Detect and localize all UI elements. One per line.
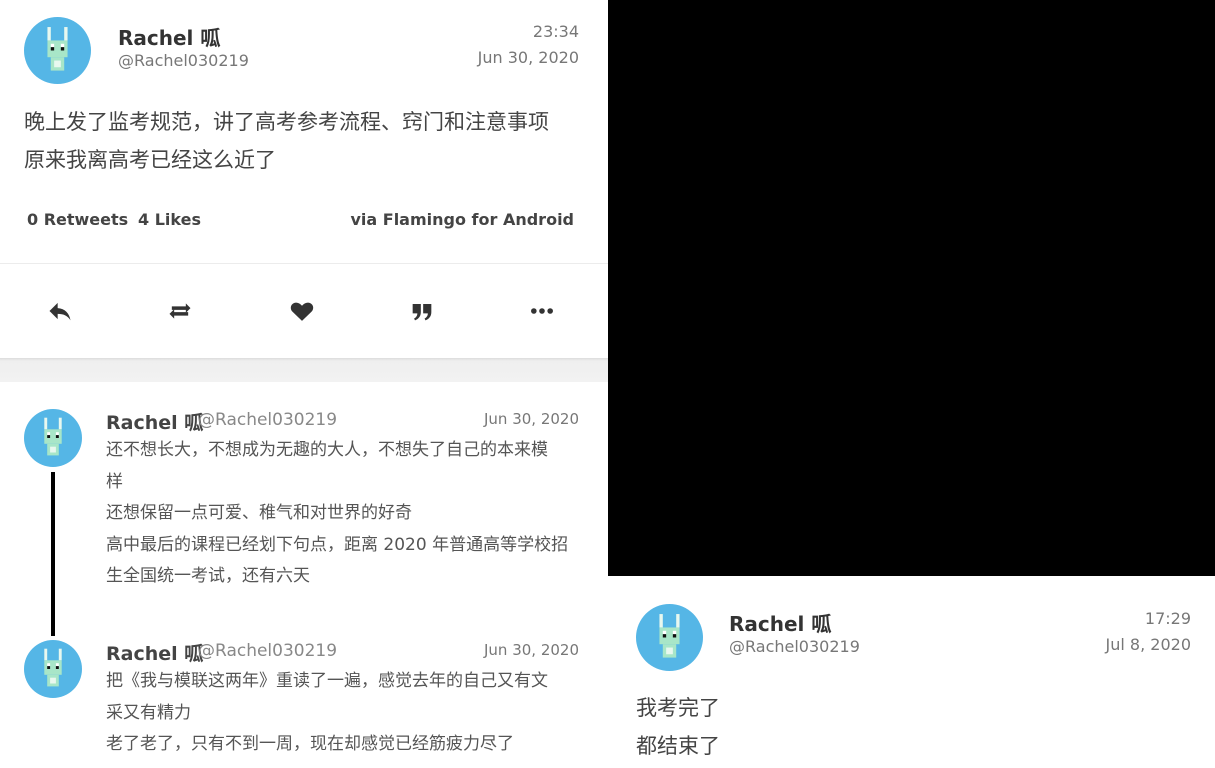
- tweet-line: 都结束了: [636, 734, 720, 758]
- avatar[interactable]: [24, 17, 91, 84]
- reply-line: 把《我与模联这两年》重读了一遍，感觉去年的自己又有文: [106, 671, 548, 691]
- tweet-body: 我考完了 都结束了: [636, 689, 1196, 765]
- thread-connector-line: [51, 472, 55, 636]
- quote-button[interactable]: [400, 289, 444, 333]
- tweet-line: 我考完了: [636, 696, 720, 720]
- blank-black-area: [608, 0, 1215, 576]
- reply-author-name[interactable]: Rachel 呱: [106, 408, 203, 435]
- via-client: via Flamingo for Android: [350, 210, 574, 229]
- reply-body: 把《我与模联这两年》重读了一遍，感觉去年的自己又有文 采又有精力 老了老了，只有…: [106, 666, 586, 761]
- tweet-date: Jul 8, 2020: [1105, 635, 1191, 654]
- like-count[interactable]: 4 Likes: [138, 210, 201, 229]
- reply-line: 还想保留一点可爱、稚气和对世界的好奇: [106, 503, 412, 523]
- reply-author-handle[interactable]: @Rachel030219: [198, 641, 337, 661]
- reply-line: 高中最后的课程已经划下句点，距离 2020 年普通高等学校招: [106, 534, 569, 555]
- tweet-time: 17:29: [1144, 609, 1191, 628]
- reply-icon: [49, 302, 71, 321]
- reply-line: 老了老了，只有不到一周，现在却感觉已经筋疲力尽了: [106, 734, 514, 754]
- retweet-count[interactable]: 0 Retweets: [27, 210, 128, 229]
- section-separator: [0, 358, 608, 382]
- quote-icon: [412, 304, 432, 321]
- reply-author-name[interactable]: Rachel 呱: [106, 639, 203, 666]
- reply-date: Jun 30, 2020: [483, 641, 579, 659]
- tweet-line: 原来我离高考已经这么近了: [24, 148, 276, 172]
- more-button[interactable]: [520, 289, 564, 333]
- pixel-rabbit-icon: [44, 417, 62, 456]
- like-button[interactable]: [280, 289, 324, 333]
- reply-line: 样: [106, 471, 123, 492]
- heart-icon: [290, 302, 314, 321]
- retweet-icon: [169, 303, 191, 319]
- tweet-time: 23:34: [532, 22, 579, 41]
- action-bar: [0, 264, 608, 358]
- avatar[interactable]: [636, 604, 703, 671]
- reply-button[interactable]: [38, 289, 82, 333]
- reply-line: 生全国统一考试，还有六天: [106, 566, 310, 586]
- avatar[interactable]: [24, 409, 82, 467]
- left-screenshot-panel: Rachel 呱 @Rachel030219 23:34 Jun 30, 202…: [0, 0, 608, 768]
- tweet-date: Jun 30, 2020: [477, 48, 579, 67]
- pixel-rabbit-icon: [659, 614, 680, 658]
- reply-body: 还不想长大，不想成为无趣的大人，不想失了自己的本来模 样 还想保留一点可爱、稚气…: [106, 435, 586, 593]
- tweet-line: 晚上发了监考规范，讲了高考参考流程、窍门和注意事项: [24, 110, 549, 134]
- tweet-body: 晚上发了监考规范，讲了高考参考流程、窍门和注意事项 原来我离高考已经这么近了: [24, 103, 594, 179]
- reply-date: Jun 30, 2020: [483, 410, 579, 428]
- avatar[interactable]: [24, 640, 82, 698]
- right-screenshot-panel: Rachel 呱 @Rachel030219 17:29 Jul 8, 2020…: [608, 576, 1215, 768]
- reply-line: 采又有精力: [106, 702, 191, 723]
- pixel-rabbit-icon: [47, 27, 68, 71]
- pixel-rabbit-icon: [44, 648, 62, 687]
- retweet-button[interactable]: [158, 289, 202, 333]
- reply-line: 还不想长大，不想成为无趣的大人，不想失了自己的本来模: [106, 440, 548, 460]
- more-icon: [531, 308, 553, 314]
- author-handle[interactable]: @Rachel030219: [118, 51, 249, 70]
- author-handle[interactable]: @Rachel030219: [729, 637, 860, 656]
- reply-author-handle[interactable]: @Rachel030219: [198, 410, 337, 430]
- author-name[interactable]: Rachel 呱: [118, 22, 220, 51]
- author-name[interactable]: Rachel 呱: [729, 608, 831, 637]
